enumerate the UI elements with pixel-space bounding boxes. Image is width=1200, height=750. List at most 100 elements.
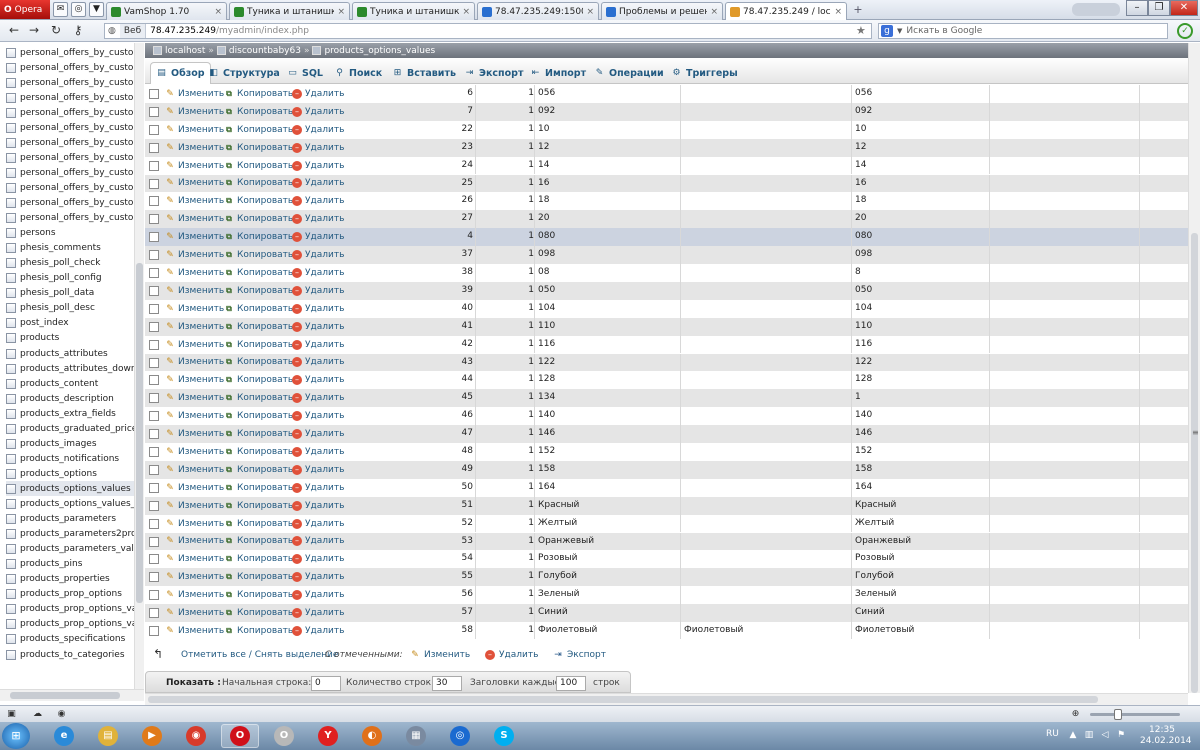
- opera-link-icon[interactable]: ◎: [71, 2, 86, 17]
- edit-row-button[interactable]: ✎ Изменить: [165, 568, 224, 586]
- delete-row-button[interactable]: – Удалить: [292, 515, 344, 533]
- close-icon[interactable]: ×: [710, 7, 718, 17]
- language-indicator[interactable]: RU: [1046, 729, 1059, 739]
- opera-menu-button[interactable]: O Opera: [0, 0, 50, 19]
- row-checkbox[interactable]: [149, 536, 159, 547]
- table-list-item[interactable]: personal_offers_by_custo: [6, 196, 134, 211]
- edit-row-button[interactable]: ✎ Изменить: [165, 318, 224, 336]
- table-list-item[interactable]: products_attributes: [6, 346, 134, 361]
- copy-row-button[interactable]: ⧉ Копировать: [224, 246, 293, 264]
- table-list-item[interactable]: products_images: [6, 436, 134, 451]
- breadcrumb-database[interactable]: discountbaby63: [229, 46, 301, 56]
- copy-row-button[interactable]: ⧉ Копировать: [224, 282, 293, 300]
- table-list-item[interactable]: products_options_values_t: [6, 497, 134, 512]
- table-list-item[interactable]: products_pins: [6, 557, 134, 572]
- forward-icon[interactable]: →: [26, 23, 42, 39]
- copy-row-button[interactable]: ⧉ Копировать: [224, 407, 293, 425]
- main-hscrollbar[interactable]: [145, 693, 1188, 705]
- edit-row-button[interactable]: ✎ Изменить: [165, 210, 224, 228]
- scrollbar-thumb[interactable]: [148, 696, 1098, 703]
- row-checkbox[interactable]: [149, 482, 159, 493]
- row-checkbox[interactable]: [149, 214, 159, 225]
- delete-row-button[interactable]: – Удалить: [292, 568, 344, 586]
- bulk-delete-button[interactable]: – Удалить: [485, 643, 538, 667]
- delete-row-button[interactable]: – Удалить: [292, 85, 344, 103]
- copy-row-button[interactable]: ⧉ Копировать: [224, 586, 293, 604]
- turbo-icon[interactable]: ◉: [56, 709, 67, 720]
- taskbar-app-explorer[interactable]: ▤: [89, 724, 127, 748]
- taskbar-app-opera[interactable]: O: [221, 724, 259, 748]
- delete-row-button[interactable]: – Удалить: [292, 622, 344, 639]
- table-list-item[interactable]: personal_offers_by_custo: [6, 150, 134, 165]
- reload-icon[interactable]: ↻: [48, 23, 64, 39]
- flag-icon[interactable]: ⚑: [1116, 730, 1126, 740]
- table-list-item[interactable]: personal_offers_by_custo: [6, 120, 134, 135]
- edit-row-button[interactable]: ✎ Изменить: [165, 461, 224, 479]
- close-icon[interactable]: ×: [462, 7, 470, 17]
- delete-row-button[interactable]: – Удалить: [292, 210, 344, 228]
- table-list-item[interactable]: products_extra_fields: [6, 406, 134, 421]
- delete-row-button[interactable]: – Удалить: [292, 175, 344, 193]
- row-checkbox[interactable]: [149, 303, 159, 314]
- delete-row-button[interactable]: – Удалить: [292, 157, 344, 175]
- row-checkbox[interactable]: [149, 447, 159, 457]
- delete-row-button[interactable]: – Удалить: [292, 443, 344, 461]
- delete-row-button[interactable]: – Удалить: [292, 282, 344, 300]
- taskbar-app-firefox[interactable]: ◐: [353, 724, 391, 748]
- taskbar-app-calculator[interactable]: ▦: [397, 724, 435, 748]
- row-checkbox[interactable]: [149, 232, 159, 243]
- edit-row-button[interactable]: ✎ Изменить: [165, 443, 224, 461]
- copy-row-button[interactable]: ⧉ Копировать: [224, 228, 293, 246]
- copy-row-button[interactable]: ⧉ Копировать: [224, 121, 293, 139]
- copy-row-button[interactable]: ⧉ Копировать: [224, 461, 293, 479]
- edit-row-button[interactable]: ✎ Изменить: [165, 515, 224, 533]
- copy-row-button[interactable]: ⧉ Копировать: [224, 515, 293, 533]
- table-list-item[interactable]: products_description: [6, 391, 134, 406]
- breadcrumb-table[interactable]: products_options_values: [324, 46, 435, 56]
- table-list-hscrollbar[interactable]: [0, 689, 144, 701]
- scrollbar-thumb[interactable]: [1191, 233, 1198, 693]
- check-icon[interactable]: ✓: [1177, 23, 1193, 39]
- row-checkbox[interactable]: [149, 285, 159, 296]
- menu-tab[interactable]: ▤ Обзор: [150, 62, 211, 84]
- edit-row-button[interactable]: ✎ Изменить: [165, 425, 224, 443]
- table-list-item[interactable]: personal_offers_by_custo: [6, 180, 134, 195]
- table-list-item[interactable]: phesis_poll_desc: [6, 301, 134, 316]
- edit-row-button[interactable]: ✎ Изменить: [165, 336, 224, 354]
- edit-row-button[interactable]: ✎ Изменить: [165, 121, 224, 139]
- copy-row-button[interactable]: ⧉ Копировать: [224, 371, 293, 389]
- new-tab-button[interactable]: +: [851, 3, 865, 17]
- zoom-slider[interactable]: [1090, 713, 1180, 716]
- copy-row-button[interactable]: ⧉ Копировать: [224, 175, 293, 193]
- copy-row-button[interactable]: ⧉ Копировать: [224, 622, 293, 639]
- menu-tab[interactable]: ⚲ Поиск: [329, 62, 387, 84]
- star-icon[interactable]: ★: [856, 24, 866, 37]
- address-field[interactable]: ◍ Веб 78.47.235.249 /myadmin/index.php: [104, 23, 872, 39]
- row-checkbox[interactable]: [149, 590, 159, 601]
- copy-row-button[interactable]: ⧉ Копировать: [224, 157, 293, 175]
- table-list-item[interactable]: phesis_poll_data: [6, 286, 134, 301]
- edit-row-button[interactable]: ✎ Изменить: [165, 371, 224, 389]
- taskbar-app-ie[interactable]: e: [45, 724, 83, 748]
- row-checkbox[interactable]: [149, 429, 159, 440]
- copy-row-button[interactable]: ⧉ Копировать: [224, 568, 293, 586]
- row-checkbox[interactable]: [149, 268, 159, 278]
- copy-row-button[interactable]: ⧉ Копировать: [224, 336, 293, 354]
- delete-row-button[interactable]: – Удалить: [292, 300, 344, 318]
- table-list-item[interactable]: post_index: [6, 316, 134, 331]
- start-button[interactable]: ⊞: [2, 723, 30, 749]
- delete-row-button[interactable]: – Удалить: [292, 246, 344, 264]
- copy-row-button[interactable]: ⧉ Копировать: [224, 479, 293, 497]
- row-checkbox[interactable]: [149, 608, 159, 619]
- delete-row-button[interactable]: – Удалить: [292, 407, 344, 425]
- edit-row-button[interactable]: ✎ Изменить: [165, 282, 224, 300]
- table-list-item[interactable]: products_specifications: [6, 632, 134, 647]
- maximize-button[interactable]: ❐: [1148, 0, 1170, 16]
- edit-row-button[interactable]: ✎ Изменить: [165, 175, 224, 193]
- table-list-item[interactable]: products_attributes_downl: [6, 361, 134, 376]
- edit-row-button[interactable]: ✎ Изменить: [165, 192, 224, 210]
- table-list-item[interactable]: products_to_categories: [6, 647, 134, 662]
- chevron-up-icon[interactable]: ▲: [1068, 730, 1078, 740]
- row-count-input[interactable]: 30: [432, 676, 462, 691]
- table-list-item[interactable]: products_options_values: [6, 481, 134, 497]
